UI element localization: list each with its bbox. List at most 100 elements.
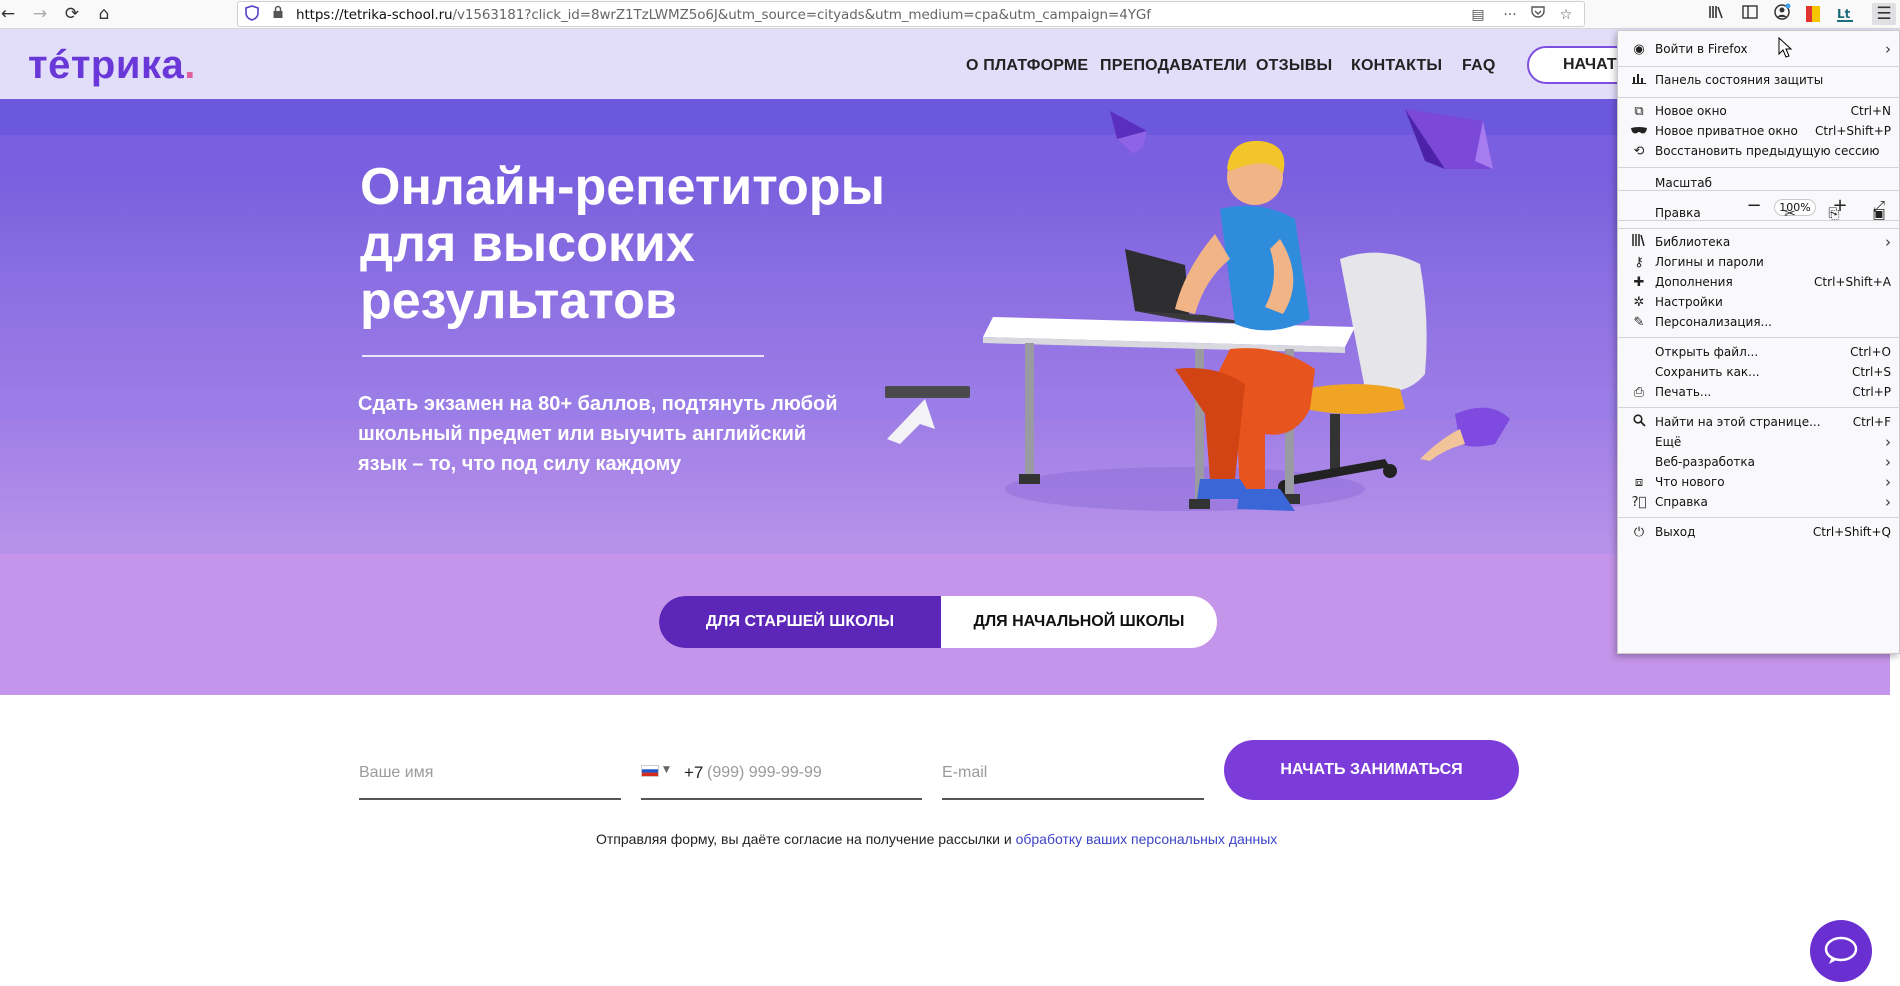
printer-icon: ⎙ — [1633, 385, 1645, 400]
menu-addons[interactable]: ✚ Дополнения Ctrl+Shift+A — [1618, 272, 1900, 294]
phone-country-code: +7 — [684, 763, 704, 782]
menu-private-window[interactable]: Новое приватное окно Ctrl+Shift+P — [1618, 121, 1900, 143]
nav-item-faq[interactable]: FAQ — [1462, 57, 1496, 75]
menu-print[interactable]: ⎙ Печать... Ctrl+P — [1618, 382, 1900, 404]
gift-icon: ⧈ — [1634, 475, 1644, 490]
key-icon: ⚷ — [1634, 255, 1644, 270]
menu-separator — [1618, 66, 1900, 67]
url-text[interactable]: https://tetrika-school.ru/v1563181?click… — [296, 7, 1151, 23]
name-input[interactable] — [359, 758, 621, 788]
menu-restore-session[interactable]: ⟲ Восстановить предыдущую сессию — [1618, 141, 1900, 163]
chevron-down-icon[interactable]: ▼ — [663, 765, 670, 775]
chevron-right-icon: › — [1885, 473, 1891, 491]
menu-more[interactable]: Ещё › — [1618, 432, 1900, 454]
back-arrow-icon[interactable]: ← — [0, 3, 20, 25]
forward-arrow-icon[interactable]: → — [28, 3, 52, 25]
chevron-right-icon: › — [1885, 433, 1891, 451]
bookmark-star-icon[interactable]: ☆ — [1556, 5, 1576, 25]
name-field — [359, 752, 621, 800]
library-icon — [1630, 234, 1648, 252]
bar-chart-icon — [1630, 72, 1648, 90]
page-actions-icon[interactable]: ··· — [1500, 5, 1520, 25]
account-icon[interactable] — [1770, 3, 1794, 25]
high-school-tab[interactable]: ДЛЯ СТАРШЕЙ ШКОЛЫ — [659, 596, 941, 648]
chevron-right-icon: › — [1885, 40, 1891, 58]
pocket-icon[interactable] — [1528, 5, 1548, 25]
menu-exit[interactable]: ⏻ Выход Ctrl+Shift+Q — [1618, 522, 1900, 544]
menu-zoom-row: Масштаб — [1655, 176, 1713, 190]
svg-text:Lt: Lt — [1837, 7, 1851, 21]
primary-school-tab[interactable]: ДЛЯ НАЧАЛЬНОЙ ШКОЛЫ — [941, 596, 1217, 648]
cut-icon[interactable]: ✂ — [1779, 203, 1801, 225]
lock-icon[interactable] — [268, 5, 288, 25]
translate-extension-icon[interactable]: Lt — [1836, 5, 1854, 23]
browser-toolbar: ← → ⟳ ⌂ https://tetrika-school.ru/v15631… — [0, 0, 1900, 29]
menu-web-developer[interactable]: Веб-разработка › — [1618, 452, 1900, 474]
menu-separator — [1618, 167, 1900, 168]
russia-flag-icon[interactable] — [641, 765, 659, 777]
menu-edit-row: Правка — [1655, 206, 1701, 220]
email-field — [942, 752, 1204, 800]
chat-bubble-icon — [1824, 936, 1858, 964]
menu-separator — [1618, 190, 1900, 191]
menu-separator — [1618, 220, 1900, 221]
menu-logins[interactable]: ⚷ Логины и пароли — [1618, 252, 1900, 274]
email-input[interactable] — [942, 758, 1204, 788]
menu-save-as[interactable]: Сохранить как... Ctrl+S — [1618, 362, 1900, 384]
nav-item-teachers[interactable]: ПРЕПОДАВАТЕЛИ — [1100, 57, 1247, 75]
menu-protection-dashboard[interactable]: Панель состояния защиты — [1618, 70, 1900, 92]
menu-open-file[interactable]: Открыть файл... Ctrl+O — [1618, 342, 1900, 364]
firefox-app-menu: ◉ Войти в Firefox › Панель состояния защ… — [1617, 30, 1900, 654]
menu-settings[interactable]: ✲ Настройки — [1618, 292, 1900, 314]
menu-separator — [1618, 228, 1900, 229]
personal-data-link[interactable]: обработку ваших персональных данных — [1016, 831, 1278, 847]
private-mask-icon — [1630, 123, 1648, 141]
reload-icon[interactable]: ⟳ — [60, 3, 84, 25]
new-window-icon: ⧉ — [1634, 104, 1644, 119]
hero-title: Онлайн-репетиторы для высоких результато… — [360, 158, 885, 330]
nav-item-platform[interactable]: О ПЛАТФОРМЕ — [966, 57, 1088, 75]
chevron-right-icon: › — [1885, 493, 1891, 511]
menu-separator — [1618, 337, 1900, 338]
paste-icon[interactable]: ▣ — [1868, 203, 1890, 225]
hamburger-menu-icon[interactable]: ☰ — [1872, 3, 1896, 25]
menu-library[interactable]: Библиотека › — [1618, 232, 1900, 254]
menu-separator — [1618, 517, 1900, 518]
help-icon: ?⃝ — [1631, 495, 1647, 510]
chat-widget-button[interactable] — [1810, 920, 1872, 982]
sidebar-icon[interactable] — [1738, 3, 1762, 25]
mouse-cursor-icon — [1778, 37, 1793, 58]
site-logo[interactable]: тéтрика. — [28, 43, 196, 88]
site-header: тéтрика. О ПЛАТФОРМЕ ПРЕПОДАВАТЕЛИ ОТЗЫВ… — [0, 29, 1900, 99]
phone-field: ▼ +7 — [641, 752, 922, 800]
start-studying-button[interactable]: НАЧАТЬ ЗАНИМАТЬСЯ — [1224, 740, 1519, 800]
menu-separator — [1618, 407, 1900, 408]
nav-item-reviews[interactable]: ОТЗЫВЫ — [1256, 57, 1332, 75]
bookmark-extension-icon[interactable] — [1804, 5, 1822, 23]
paintbrush-icon: ✎ — [1633, 315, 1645, 330]
copy-icon[interactable]: ⎘ — [1823, 203, 1845, 225]
phone-input[interactable] — [707, 758, 907, 788]
school-level-toggle: ДЛЯ СТАРШЕЙ ШКОЛЫ ДЛЯ НАЧАЛЬНОЙ ШКОЛЫ — [659, 596, 1217, 648]
hero-divider — [362, 355, 764, 357]
menu-customize[interactable]: ✎ Персонализация... — [1618, 312, 1900, 334]
menu-help[interactable]: ?⃝ Справка › — [1618, 492, 1900, 514]
library-icon[interactable] — [1705, 3, 1729, 25]
restore-session-icon: ⟲ — [1633, 144, 1645, 159]
menu-signin[interactable]: ◉ Войти в Firefox › — [1618, 39, 1900, 61]
nav-item-contacts[interactable]: КОНТАКТЫ — [1351, 57, 1442, 75]
home-icon[interactable]: ⌂ — [92, 3, 116, 25]
menu-whats-new[interactable]: ⧈ Что нового › — [1618, 472, 1900, 494]
reader-view-icon[interactable]: ▤ — [1468, 5, 1488, 25]
account-icon: ◉ — [1633, 42, 1645, 57]
puzzle-piece-icon: ✚ — [1633, 275, 1645, 290]
url-bar[interactable]: https://tetrika-school.ru/v1563181?click… — [237, 1, 1585, 27]
hero-subtitle: Сдать экзамен на 80+ баллов, подтянуть л… — [358, 393, 838, 475]
menu-find[interactable]: Найти на этой странице... Ctrl+F — [1618, 412, 1900, 434]
menu-separator — [1618, 97, 1900, 98]
tracking-shield-icon[interactable] — [242, 5, 262, 25]
menu-new-window[interactable]: ⧉ Новое окно Ctrl+N — [1618, 101, 1900, 123]
student-at-desk-illustration — [885, 109, 1510, 511]
chevron-right-icon: › — [1885, 453, 1891, 471]
search-icon — [1630, 414, 1648, 432]
